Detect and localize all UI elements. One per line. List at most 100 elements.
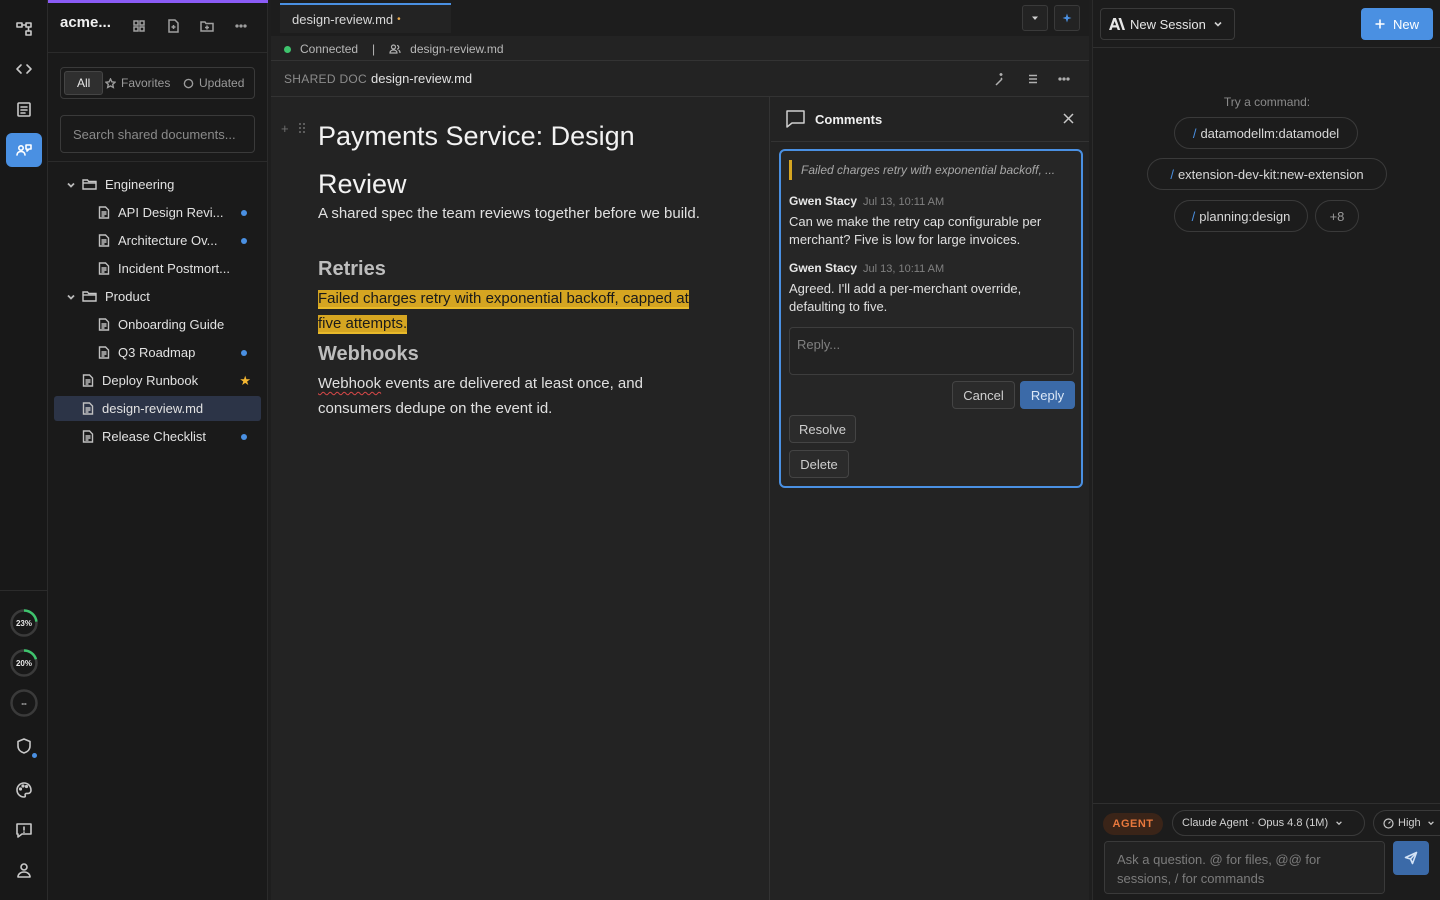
filter-all[interactable]: All (64, 71, 104, 95)
tree-label: Product (105, 289, 150, 304)
new-file-icon (168, 19, 179, 33)
tab-design-review[interactable]: design-review.md • (280, 3, 451, 33)
folder-open-icon (82, 179, 97, 190)
filter-segmented-control: All Favorites Updated (60, 67, 255, 99)
favorite-star-icon[interactable]: ★ (239, 374, 251, 387)
comment-author: Gwen Stacy Jul 13, 10:11 AM (789, 194, 944, 208)
code-icon (16, 64, 32, 74)
filter-favorites[interactable]: Favorites (105, 71, 170, 95)
send-button[interactable] (1393, 841, 1429, 875)
doc-name: design-review.md (371, 71, 473, 86)
drag-handle-icon[interactable] (298, 122, 306, 134)
comment-body: Can we make the retry cap configurable p… (789, 214, 1042, 247)
tree-folder-engineering[interactable]: Engineering (54, 172, 261, 197)
document-icon (82, 374, 94, 387)
section-heading: Retries (318, 258, 386, 280)
slash-prefix: / (1192, 125, 1197, 141)
tree-label: Onboarding Guide (118, 317, 225, 332)
spellcheck-word[interactable]: Webhook (318, 375, 381, 392)
filter-updated[interactable]: Updated (183, 71, 244, 95)
rail-code-button[interactable] (6, 52, 42, 86)
connected-dot (284, 45, 291, 53)
effort-label: High (1398, 817, 1421, 829)
cancel-button[interactable]: Cancel (952, 381, 1015, 409)
unread-dot (241, 433, 247, 440)
tree-file-q3-roadmap[interactable]: Q3 Roadmap (54, 340, 261, 365)
doc-more-button[interactable] (1056, 71, 1072, 87)
reply-input[interactable] (789, 327, 1074, 375)
tree-file-release-checklist[interactable]: Release Checklist (54, 424, 261, 449)
new-folder-button[interactable] (198, 17, 216, 35)
new-folder-icon (200, 21, 214, 32)
send-icon (1404, 851, 1418, 865)
notification-dot (32, 753, 37, 758)
tree-file-api-design-review[interactable]: API Design Revi... (54, 200, 261, 225)
rail-connections-button[interactable] (6, 12, 42, 46)
search-input[interactable] (60, 115, 255, 153)
usage-gauge[interactable]: 23% (9, 608, 39, 638)
agent-composer: AGENT Claude Agent · Opus 4.8 (1M) High (1093, 803, 1440, 900)
usage-gauge[interactable]: -- (9, 688, 39, 718)
outline-button[interactable] (1025, 71, 1041, 87)
ai-action-button[interactable] (992, 71, 1008, 87)
ai-assist-button[interactable] (1054, 5, 1080, 31)
rail-security-button[interactable] (6, 729, 42, 763)
more-options-button[interactable] (232, 17, 250, 35)
add-block-button[interactable]: + (281, 121, 289, 136)
doc-type-label: SHARED DOC (284, 72, 368, 86)
editor-area: design-review.md • Connected | design-re… (271, 0, 1089, 900)
document-icon (98, 318, 110, 331)
document-header: SHARED DOC design-review.md (271, 60, 1089, 97)
chevron-down-icon (1427, 821, 1434, 826)
document-content[interactable]: + Payments Service: Design Review A shar… (271, 97, 770, 900)
new-file-button[interactable] (164, 17, 182, 35)
document-icon (82, 402, 94, 415)
delete-button[interactable]: Delete (789, 450, 849, 478)
commented-highlight[interactable]: Failed charges retry with exponential ba… (318, 290, 689, 332)
rail-theme-button[interactable] (6, 773, 42, 807)
document-icon (98, 262, 110, 275)
tree-label: Architecture Ov... (118, 233, 218, 248)
agent-mode-badge[interactable]: AGENT (1103, 813, 1163, 835)
command-chip[interactable]: / planning:design (1174, 200, 1308, 232)
collaborators-icon (389, 44, 401, 54)
agent-input[interactable] (1104, 841, 1385, 894)
close-icon[interactable] (1063, 113, 1074, 124)
rail-account-button[interactable] (6, 853, 42, 887)
tree-file-onboarding-guide[interactable]: Onboarding Guide (54, 312, 261, 337)
tab-list-button[interactable] (1022, 5, 1048, 31)
tree-folder-product[interactable]: Product (54, 284, 261, 309)
plus-icon (1375, 19, 1385, 29)
usage-gauge[interactable]: 20% (9, 648, 39, 678)
tree-file-incident-postmortem[interactable]: Incident Postmort... (54, 256, 261, 281)
rail-feedback-button[interactable] (6, 813, 42, 847)
model-selector[interactable]: Claude Agent · Opus 4.8 (1M) (1172, 810, 1365, 836)
more-commands-chip[interactable]: +8 (1315, 200, 1359, 232)
tab-bar: design-review.md • (271, 0, 1089, 36)
effort-selector[interactable]: High (1373, 810, 1440, 836)
unread-dot (241, 349, 247, 356)
author-name: Gwen Stacy (789, 261, 858, 275)
rail-shared-docs-button[interactable] (6, 133, 42, 167)
workspace-title[interactable]: acme... (60, 14, 111, 31)
tree-file-deploy-runbook[interactable]: Deploy Runbook ★ (54, 368, 261, 393)
session-selector[interactable]: New Session (1100, 8, 1235, 40)
command-chip[interactable]: / datamodellm:datamodel (1174, 117, 1358, 149)
anthropic-logo-icon (1109, 18, 1125, 30)
tree-file-design-review[interactable]: design-review.md (54, 396, 261, 421)
comment-thread: Failed charges retry with exponential ba… (779, 149, 1083, 488)
tree-label: Release Checklist (102, 429, 207, 444)
chevron-down-icon (1336, 821, 1342, 826)
command-chip[interactable]: / extension-dev-kit:new-extension (1147, 158, 1387, 190)
resolve-button[interactable]: Resolve (789, 415, 856, 443)
new-session-button[interactable]: New (1361, 8, 1433, 40)
model-label: Claude Agent · Opus 4.8 (1M) (1182, 817, 1329, 829)
grid-view-button[interactable] (130, 17, 148, 35)
reply-button[interactable]: Reply (1020, 381, 1075, 409)
connection-state: Connected (300, 42, 359, 56)
sparkle-icon (1062, 13, 1072, 23)
rail-documents-button[interactable] (6, 92, 42, 126)
usage-gauge-label: 23% (15, 618, 32, 628)
unread-dot (241, 237, 247, 244)
tree-file-architecture-overview[interactable]: Architecture Ov... (54, 228, 261, 253)
